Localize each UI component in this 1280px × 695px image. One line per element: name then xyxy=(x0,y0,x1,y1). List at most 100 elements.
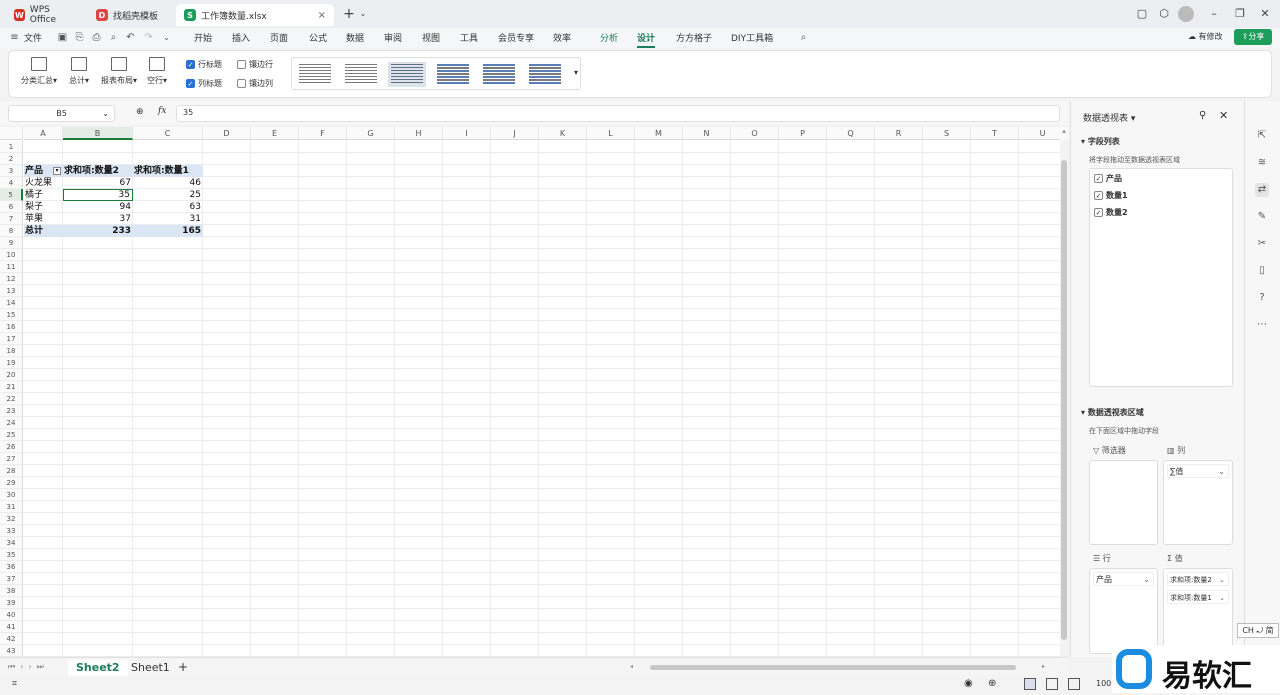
pivot-total-value[interactable]: 165 xyxy=(133,225,203,237)
column-field-values[interactable]: ∑值 ⌄ xyxy=(1167,464,1229,478)
pivot-style-1[interactable] xyxy=(296,62,334,87)
select-cursor-icon[interactable]: ⇱ xyxy=(1255,129,1269,143)
export-icon[interactable]: ⎘ xyxy=(73,31,86,44)
edit-status[interactable]: ☁ 有修改 xyxy=(1188,31,1223,42)
row-header[interactable]: 34 xyxy=(0,537,23,549)
minimize-icon[interactable]: – xyxy=(1206,6,1222,22)
column-drop-zone[interactable]: ∑值 ⌄ xyxy=(1163,460,1233,545)
pivot-style-5[interactable] xyxy=(480,62,518,87)
row-header[interactable]: 25 xyxy=(0,429,23,441)
row-header[interactable]: 9 xyxy=(0,237,23,249)
row-header[interactable]: 18 xyxy=(0,345,23,357)
close-tab-icon[interactable]: × xyxy=(318,10,326,21)
eye-protection-icon[interactable]: ◉ xyxy=(964,678,973,689)
menu-design[interactable]: 设计 xyxy=(637,31,656,48)
row-header[interactable]: 6 xyxy=(0,201,23,213)
menu-tools[interactable]: 工具 xyxy=(460,31,478,44)
pivot-row-label[interactable]: 火龙果 xyxy=(24,177,63,189)
row-header[interactable]: 10 xyxy=(0,249,23,261)
zoom-level[interactable]: 100 xyxy=(1096,679,1111,688)
column-header[interactable]: C xyxy=(133,127,203,140)
field-qty1[interactable]: ✓ 数量1 xyxy=(1094,190,1128,201)
column-header[interactable]: J xyxy=(491,127,539,140)
column-header[interactable]: M xyxy=(635,127,683,140)
scroll-right-icon[interactable]: ▸ xyxy=(1042,663,1045,670)
grand-total-button[interactable]: 总计▾ xyxy=(65,57,93,86)
pivot-value[interactable]: 94 xyxy=(63,201,133,213)
pivot-value[interactable]: 67 xyxy=(63,177,133,189)
row-header[interactable]: 31 xyxy=(0,501,23,513)
value-field-sum2[interactable]: 求和项:数量2 ⌄ xyxy=(1167,572,1229,586)
row-header[interactable]: 39 xyxy=(0,597,23,609)
add-sheet-icon[interactable]: + xyxy=(178,660,188,674)
redo-icon[interactable]: ↷ xyxy=(142,31,155,44)
pivot-row-label[interactable]: 橘子 xyxy=(24,189,63,201)
pivot-row-label[interactable]: 苹果 xyxy=(24,213,63,225)
close-panel-icon[interactable]: ✕ xyxy=(1219,109,1228,122)
column-header[interactable]: F xyxy=(299,127,347,140)
pivot-total-label[interactable]: 总计 xyxy=(24,225,63,237)
subtotal-button[interactable]: 分类汇总▾ xyxy=(19,57,59,86)
areas-section-header[interactable]: ▾ 数据透视表区域 xyxy=(1081,407,1144,418)
chevron-down-icon[interactable]: ⌄ xyxy=(355,6,371,22)
row-header[interactable]: 43 xyxy=(0,645,23,657)
window-mode-icon[interactable]: ▢ xyxy=(1134,6,1150,22)
row-header[interactable]: 28 xyxy=(0,465,23,477)
field-qty2[interactable]: ✓ 数量2 xyxy=(1094,207,1128,218)
column-header[interactable]: G xyxy=(347,127,395,140)
row-header[interactable]: 1 xyxy=(0,141,23,153)
value-field-sum1[interactable]: 求和项:数量1 ⌄ xyxy=(1167,590,1229,604)
row-header[interactable]: 27 xyxy=(0,453,23,465)
pivot-style-6[interactable] xyxy=(526,62,564,87)
column-header[interactable]: N xyxy=(683,127,731,140)
pivot-value[interactable]: 46 xyxy=(133,177,203,189)
quick-access-more-icon[interactable]: ⌄ xyxy=(160,31,173,44)
search-icon[interactable]: ⌕ xyxy=(797,31,810,44)
menu-view[interactable]: 视图 xyxy=(422,31,440,44)
row-header[interactable]: 20 xyxy=(0,369,23,381)
vertical-scrollbar[interactable] xyxy=(1060,140,1068,657)
column-header[interactable]: A xyxy=(24,127,63,140)
help-icon[interactable]: ? xyxy=(1255,291,1269,305)
row-header[interactable]: 7 xyxy=(0,213,23,225)
row-header[interactable]: 14 xyxy=(0,297,23,309)
report-layout-button[interactable]: 报表布局▾ xyxy=(97,57,141,86)
row-header[interactable]: 30 xyxy=(0,489,23,501)
row-header[interactable]: 40 xyxy=(0,609,23,621)
save-icon[interactable]: ▣ xyxy=(56,31,69,44)
banded-columns-checkbox[interactable]: 镶边列 xyxy=(237,78,273,89)
normal-view-icon[interactable] xyxy=(1024,678,1036,690)
row-header[interactable]: 29 xyxy=(0,477,23,489)
page-layout-icon[interactable] xyxy=(1046,678,1058,690)
tab-wps-office[interactable]: W WPS Office xyxy=(6,4,82,26)
row-header[interactable]: 3 xyxy=(0,165,23,177)
row-header[interactable]: 21 xyxy=(0,381,23,393)
filter-drop-zone[interactable] xyxy=(1089,460,1158,545)
column-header[interactable]: L xyxy=(587,127,635,140)
row-drop-zone[interactable]: 产品 ⌄ xyxy=(1089,568,1158,654)
column-header[interactable]: U xyxy=(1019,127,1060,140)
menu-page[interactable]: 页面 xyxy=(270,31,288,44)
menu-diy[interactable]: DIY工具箱 xyxy=(731,31,773,44)
focus-mode-icon[interactable]: ⊕ xyxy=(988,678,996,689)
menu-formula[interactable]: 公式 xyxy=(309,31,327,44)
column-header[interactable]: P xyxy=(779,127,827,140)
pivot-value[interactable]: 37 xyxy=(63,213,133,225)
book-icon[interactable]: ▯ xyxy=(1255,264,1269,278)
scroll-left-icon[interactable]: ◂ xyxy=(630,663,633,670)
tab-docer[interactable]: D 找稻壳模板 xyxy=(88,4,172,26)
name-box[interactable]: B5 ⌄ xyxy=(8,105,115,122)
column-header[interactable]: R xyxy=(875,127,923,140)
sheet-tab-sheet2[interactable]: Sheet2 xyxy=(68,660,128,676)
fx-icon[interactable]: fx xyxy=(158,106,166,116)
row-header[interactable]: 17 xyxy=(0,333,23,345)
row-header[interactable]: 11 xyxy=(0,261,23,273)
print-preview-icon[interactable]: ⌕ xyxy=(107,31,120,44)
scroll-up-icon[interactable]: ▴ xyxy=(1060,127,1068,140)
macro-icon[interactable]: ⌗ xyxy=(12,679,17,689)
row-header[interactable]: 4 xyxy=(0,177,23,189)
column-header[interactable]: D xyxy=(203,127,251,140)
row-header[interactable]: 23 xyxy=(0,405,23,417)
row-header[interactable]: 15 xyxy=(0,309,23,321)
ai-icon[interactable]: ✎ xyxy=(1255,210,1269,224)
